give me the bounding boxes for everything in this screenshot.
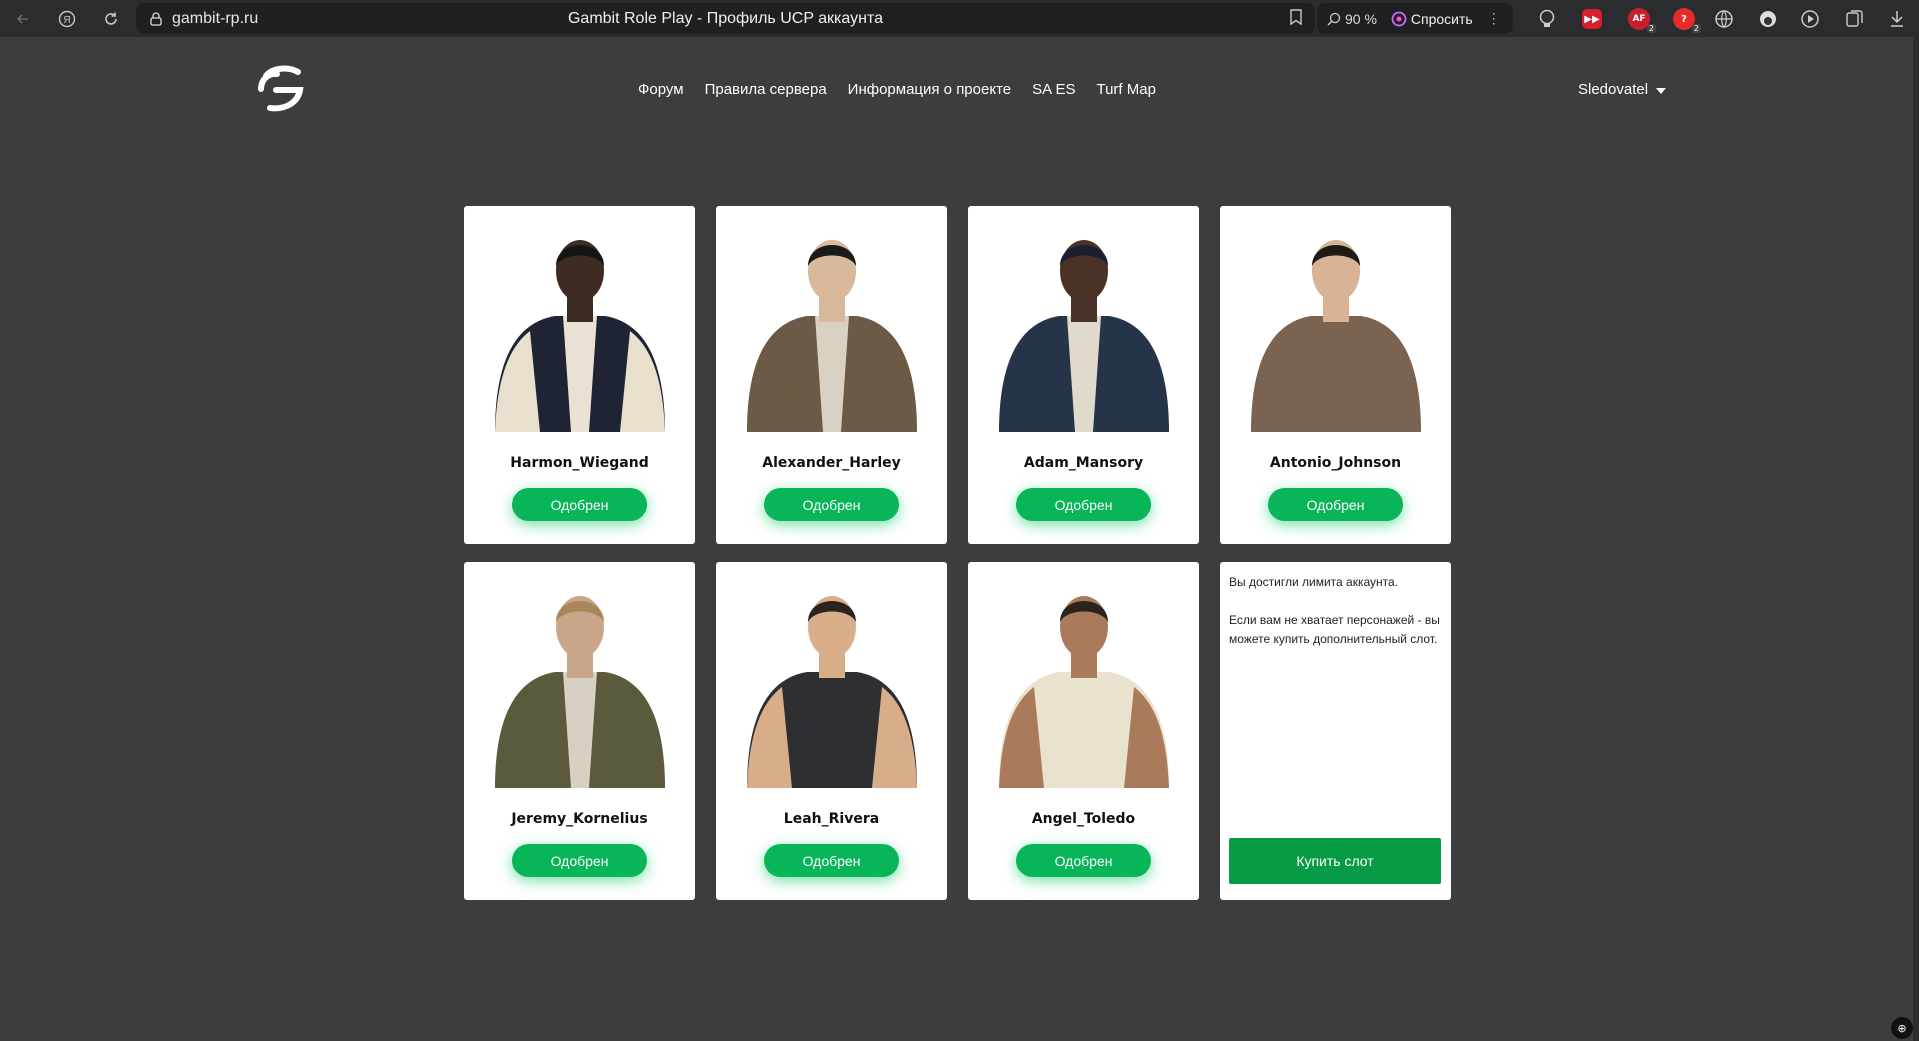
zoom-ask-group: 90 % Спросить ⋮ <box>1317 3 1513 34</box>
status-approved-button[interactable]: Одобрен <box>764 844 899 877</box>
af-badge: 2 <box>1646 24 1656 33</box>
character-name: Jeremy_Kornelius <box>511 811 648 827</box>
browser-toolbar: Я gambit-rp.ru Gambit Role Play - Профил… <box>0 0 1919 37</box>
nav-sa-es[interactable]: SA ES <box>1032 81 1075 98</box>
character-name: Angel_Toledo <box>1031 811 1136 827</box>
character-name: Adam_Mansory <box>1023 455 1144 471</box>
main-nav: Форум Правила сервера Информация о проек… <box>638 81 1156 98</box>
svg-text:Я: Я <box>63 15 70 26</box>
character-portrait <box>1220 226 1451 432</box>
status-approved-button[interactable]: Одобрен <box>512 488 647 521</box>
character-name: Antonio_Johnson <box>1269 455 1402 471</box>
character-portrait <box>716 582 947 788</box>
character-avatar <box>1250 240 1421 432</box>
character-avatar <box>998 240 1169 432</box>
yandex-icon[interactable]: Я <box>48 0 86 37</box>
status-approved-button[interactable]: Одобрен <box>1016 488 1151 521</box>
zoom-level: 90 % <box>1345 10 1377 27</box>
buy-slot-button[interactable]: Купить слот <box>1229 838 1441 884</box>
zoom-icon <box>1327 12 1341 25</box>
character-portrait <box>968 226 1199 432</box>
character-card: Leah_Rivera Одобрен <box>716 562 947 900</box>
character-card: Angel_Toledo Одобрен <box>968 562 1199 900</box>
nav-forum[interactable]: Форум <box>638 81 684 98</box>
status-approved-button[interactable]: Одобрен <box>1268 488 1403 521</box>
zoom-indicator[interactable]: 90 % <box>1327 11 1377 27</box>
collections-icon[interactable] <box>1842 7 1866 31</box>
globe-extension-icon[interactable] <box>1712 7 1736 31</box>
nav-project-info[interactable]: Информация о проекте <box>848 81 1011 98</box>
slot-limit-message: Вы достигли лимита аккаунта. Если вам не… <box>1229 573 1442 649</box>
status-approved-button[interactable]: Одобрен <box>764 488 899 521</box>
reload-icon[interactable] <box>92 0 130 37</box>
username: Sledovatel <box>1578 81 1649 98</box>
character-card: Harmon_Wiegand Одобрен <box>464 206 695 544</box>
character-avatar <box>998 596 1169 788</box>
buy-slot-hint-text: Если вам не хватает персонажей - вы може… <box>1229 613 1440 646</box>
red-badge-count: 2 <box>1691 24 1701 33</box>
robot-extension-icon[interactable] <box>1756 7 1780 31</box>
user-menu[interactable]: Sledovatel <box>1578 81 1667 98</box>
video-extension-icon[interactable] <box>1799 7 1823 31</box>
browser-sidebar-strip <box>1913 37 1919 1041</box>
alice-icon <box>1391 11 1407 26</box>
character-card: Alexander_Harley Одобрен <box>716 206 947 544</box>
character-portrait <box>716 226 947 432</box>
red-badge-extension-icon[interactable]: ? 2 <box>1669 7 1701 33</box>
status-approved-button[interactable]: Одобрен <box>512 844 647 877</box>
bulb-extension-icon[interactable] <box>1535 7 1559 31</box>
tab-title: Gambit Role Play - Профиль UCP аккаунта <box>567 9 883 27</box>
character-name: Harmon_Wiegand <box>510 455 649 471</box>
nav-server-rules[interactable]: Правила сервера <box>705 81 827 98</box>
nav-turf-map[interactable]: Turf Map <box>1096 81 1155 98</box>
character-avatar <box>746 240 917 432</box>
af-label: AF <box>1632 14 1646 24</box>
ask-label: Спросить <box>1410 10 1473 27</box>
chevron-down-icon <box>1656 88 1667 94</box>
more-icon[interactable]: ⋮ <box>1487 10 1501 27</box>
character-avatar <box>746 596 917 788</box>
status-approved-button[interactable]: Одобрен <box>1016 844 1151 877</box>
crosshair-icon[interactable]: ⊕ <box>1891 1017 1913 1039</box>
download-icon[interactable] <box>1885 7 1909 31</box>
lock-icon <box>148 11 164 26</box>
af-extension-icon[interactable]: AF 2 <box>1624 7 1656 33</box>
character-portrait <box>464 582 695 788</box>
character-avatar <box>494 240 665 432</box>
site-logo[interactable] <box>252 62 308 114</box>
url-text[interactable]: gambit-rp.ru <box>172 10 258 28</box>
character-card: Adam_Mansory Одобрен <box>968 206 1199 544</box>
character-name: Leah_Rivera <box>783 811 880 827</box>
limit-reached-text: Вы достигли лимита аккаунта. <box>1229 575 1398 589</box>
character-portrait <box>968 582 1199 788</box>
character-card: Jeremy_Kornelius Одобрен <box>464 562 695 900</box>
back-icon[interactable] <box>4 0 42 37</box>
ask-button[interactable]: Спросить <box>1391 11 1473 27</box>
slot-limit-card: Вы достигли лимита аккаунта. Если вам не… <box>1220 562 1451 900</box>
character-grid: Harmon_Wiegand Одобрен Alexander_Harley … <box>464 206 1451 900</box>
bookmark-icon[interactable] <box>1289 9 1303 29</box>
red-play-extension-icon[interactable]: ▶▶ <box>1580 7 1604 31</box>
character-card: Antonio_Johnson Одобрен <box>1220 206 1451 544</box>
character-name: Alexander_Harley <box>762 455 901 471</box>
address-bar[interactable]: gambit-rp.ru Gambit Role Play - Профиль … <box>136 3 1315 34</box>
character-avatar <box>494 596 665 788</box>
character-portrait <box>464 226 695 432</box>
